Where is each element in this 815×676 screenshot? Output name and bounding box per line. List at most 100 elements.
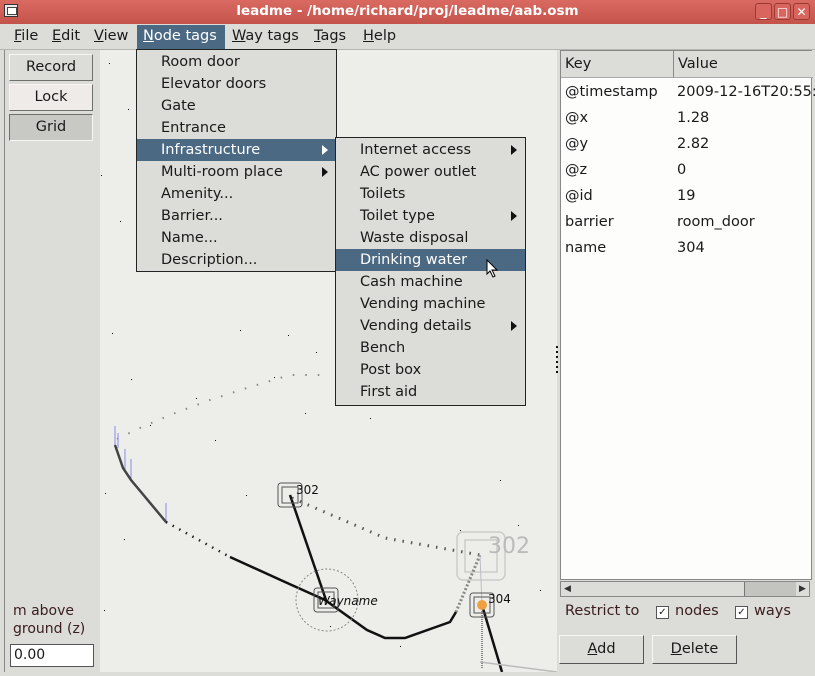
menu-item-infrastructure[interactable]: Infrastructure	[137, 139, 336, 161]
menu-item-vending-details-label: Vending details	[360, 318, 472, 334]
tag-key: barrier	[565, 214, 614, 230]
menu-item-post-box[interactable]: Post box	[336, 359, 525, 381]
table-row[interactable]: @x 1.28	[561, 105, 813, 131]
submenu-arrow-icon	[322, 145, 328, 155]
menu-help[interactable]: Help	[357, 25, 402, 49]
close-icon[interactable]: ✕	[793, 3, 810, 20]
z-label-line2: ground (z)	[13, 621, 86, 637]
scroll-right-icon[interactable]: ▶	[796, 582, 809, 596]
menu-item-entrance[interactable]: Entrance	[137, 117, 336, 139]
menu-node-tags-label: ode tags	[153, 28, 217, 44]
lock-button[interactable]: Lock	[9, 84, 93, 111]
way-dotted-black	[165, 520, 231, 559]
table-row[interactable]: barrier room_door	[561, 209, 813, 235]
menu-item-multi-room-place[interactable]: Multi-room place	[137, 161, 336, 183]
way-dotted-302	[291, 496, 481, 557]
menu-help-mnemonic: H	[363, 28, 374, 44]
ways-label[interactable]: ways	[754, 603, 791, 619]
column-header-value[interactable]: Value	[674, 51, 813, 78]
tag-key: @x	[565, 110, 589, 126]
z-label-line1: m above	[13, 603, 75, 619]
menu-item-elevator-doors[interactable]: Elevator doors	[137, 73, 336, 95]
title-bar: leadme - /home/richard/proj/leadme/aab.o…	[0, 0, 815, 25]
tag-value: 19	[677, 188, 696, 204]
table-row[interactable]: @y 2.82	[561, 131, 813, 157]
ghost-node-302-label: 302	[488, 534, 530, 559]
menu-edit[interactable]: Edit	[46, 25, 86, 49]
grid-toggle[interactable]: Grid	[9, 114, 93, 141]
z-label: m above ground (z)	[13, 602, 85, 638]
menu-help-label: elp	[373, 28, 397, 44]
table-row[interactable]: @timestamp 2009-12-16T20:55:	[561, 79, 815, 105]
tag-key: @z	[565, 162, 588, 178]
maximize-icon[interactable]: □	[774, 3, 791, 20]
menu-file-label: ile	[21, 28, 39, 44]
way-302	[288, 494, 328, 601]
table-row[interactable]: @z 0	[561, 157, 813, 183]
menu-tags[interactable]: Tags	[308, 25, 352, 49]
menu-item-gate[interactable]: Gate	[137, 95, 336, 117]
restrict-label: Restrict to	[565, 603, 640, 619]
way-name-label: Wayname	[318, 594, 378, 608]
menu-item-waste-disposal[interactable]: Waste disposal	[336, 227, 525, 249]
menu-item-description[interactable]: Description...	[137, 249, 336, 271]
submenu-arrow-icon	[511, 321, 517, 331]
menu-item-ac-power-outlet[interactable]: AC power outlet	[336, 161, 525, 183]
nodes-label[interactable]: nodes	[675, 603, 719, 619]
menu-item-name[interactable]: Name...	[137, 227, 336, 249]
minimize-icon[interactable]: _	[755, 3, 772, 20]
add-button[interactable]: Add	[559, 635, 644, 664]
menu-way-tags[interactable]: Way tags	[226, 25, 305, 49]
menu-item-toilets[interactable]: Toilets	[336, 183, 525, 205]
menu-view[interactable]: View	[88, 25, 134, 49]
menu-item-amenity[interactable]: Amenity...	[137, 183, 336, 205]
submenu-arrow-icon	[322, 167, 328, 177]
menu-item-vending-details[interactable]: Vending details	[336, 315, 525, 337]
z-height-input[interactable]: 0.00	[10, 644, 94, 667]
tag-key: name	[565, 240, 607, 256]
node-304-label: 304	[488, 592, 511, 606]
menu-item-toilet-type-label: Toilet type	[360, 208, 435, 224]
way-grey	[113, 444, 167, 523]
menu-edit-mnemonic: E	[52, 28, 62, 44]
menu-item-internet-access[interactable]: Internet access	[336, 139, 525, 161]
menu-item-first-aid[interactable]: First aid	[336, 381, 525, 403]
delete-button[interactable]: Delete	[652, 635, 737, 664]
tag-value: 2.82	[677, 136, 710, 152]
menu-item-bench[interactable]: Bench	[336, 337, 525, 359]
menu-way-tags-label: ay tags	[245, 28, 299, 44]
menu-item-multi-room-place-label: Multi-room place	[161, 164, 283, 180]
menu-item-room-door[interactable]: Room door	[137, 51, 336, 73]
menu-item-internet-access-label: Internet access	[360, 142, 472, 158]
scroll-thumb[interactable]	[574, 582, 745, 596]
scroll-left-icon[interactable]: ◀	[561, 582, 574, 596]
marker-lines	[114, 426, 167, 523]
menu-node-tags[interactable]: Node tags	[137, 25, 225, 49]
tag-value: room_door	[677, 214, 755, 230]
tool-panel: Record Lock Grid m above ground (z) 0.00	[4, 50, 101, 672]
mouse-cursor-icon	[486, 259, 499, 278]
record-button[interactable]: Record	[9, 54, 93, 81]
menu-item-toilet-type[interactable]: Toilet type	[336, 205, 525, 227]
ways-checkbox[interactable]: ✓	[735, 606, 748, 619]
way-dotted-grey	[116, 374, 328, 440]
menu-bar: File Edit View Node tags Way tags Tags H…	[0, 24, 815, 50]
menu-edit-label: dit	[61, 28, 81, 44]
table-row[interactable]: name 304	[561, 235, 813, 261]
tag-value: 2009-12-16T20:55:	[677, 84, 815, 100]
horizontal-scrollbar[interactable]: ◀ ▶	[560, 581, 810, 597]
table-row[interactable]: @id 19	[561, 183, 813, 209]
menu-item-barrier[interactable]: Barrier...	[137, 205, 336, 227]
tag-key: @id	[565, 188, 593, 204]
submenu-arrow-icon	[511, 145, 517, 155]
tags-table[interactable]: Key Value @timestamp 2009-12-16T20:55: @x…	[560, 50, 815, 580]
menu-node-tags-mnemonic: N	[143, 28, 154, 44]
column-header-key[interactable]: Key	[561, 51, 674, 78]
tag-key: @timestamp	[565, 84, 658, 100]
menu-item-vending-machine[interactable]: Vending machine	[336, 293, 525, 315]
nodes-checkbox[interactable]: ✓	[656, 606, 669, 619]
window-title: leadme - /home/richard/proj/leadme/aab.o…	[236, 3, 579, 19]
tag-value: 0	[677, 162, 687, 178]
way-dotted-ghost	[454, 554, 482, 613]
menu-file[interactable]: File	[8, 25, 44, 49]
